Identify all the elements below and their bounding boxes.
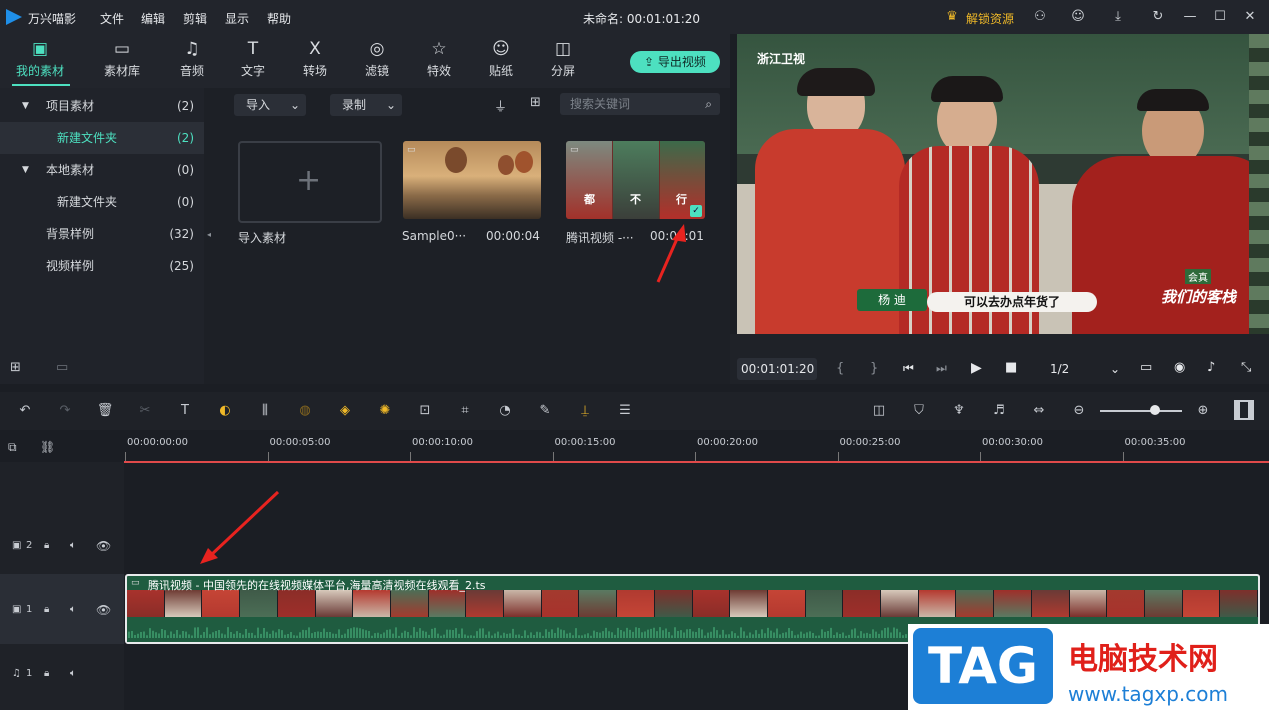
arrowhead — [672, 224, 686, 242]
annotation-arrow-clip — [208, 490, 280, 558]
annotation-arrows — [200, 224, 686, 564]
